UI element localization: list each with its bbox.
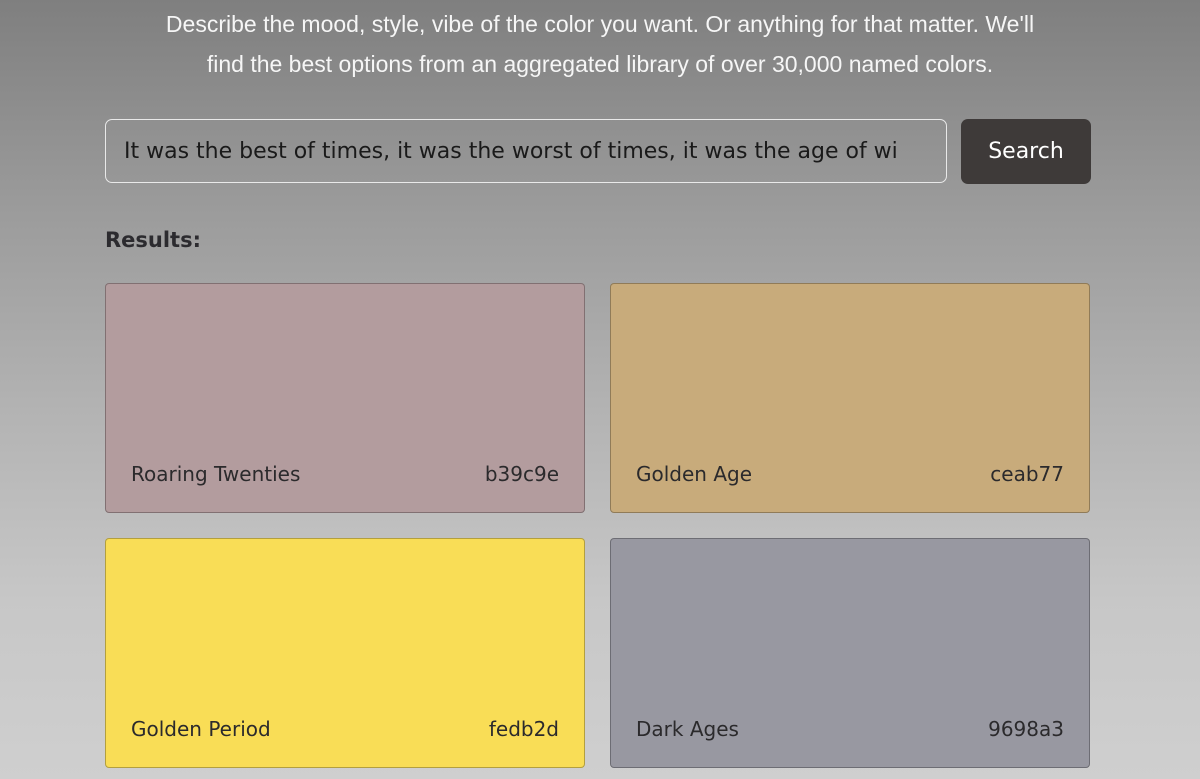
color-hex: ceab77 — [990, 462, 1064, 486]
color-card[interactable]: Dark Ages 9698a3 — [610, 538, 1090, 768]
color-name: Dark Ages — [636, 717, 739, 741]
results-heading: Results: — [105, 228, 201, 252]
intro-text: Describe the mood, style, vibe of the co… — [0, 4, 1200, 84]
color-hex: b39c9e — [484, 462, 559, 486]
intro-line-1: Describe the mood, style, vibe of the co… — [165, 11, 1035, 37]
color-hex: 9698a3 — [988, 717, 1064, 741]
color-name: Roaring Twenties — [131, 462, 301, 486]
intro-line-2: find the best options from an aggregated… — [206, 51, 994, 77]
color-name: Golden Age — [636, 462, 753, 486]
color-hex: fedb2d — [488, 717, 559, 741]
color-card[interactable]: Golden Age ceab77 — [610, 283, 1090, 513]
color-name: Golden Period — [131, 717, 271, 741]
color-card[interactable]: Roaring Twenties b39c9e — [105, 283, 585, 513]
search-input[interactable] — [105, 119, 947, 183]
search-bar: Search — [105, 119, 1091, 184]
color-card[interactable]: Golden Period fedb2d — [105, 538, 585, 768]
search-button[interactable]: Search — [961, 119, 1091, 184]
